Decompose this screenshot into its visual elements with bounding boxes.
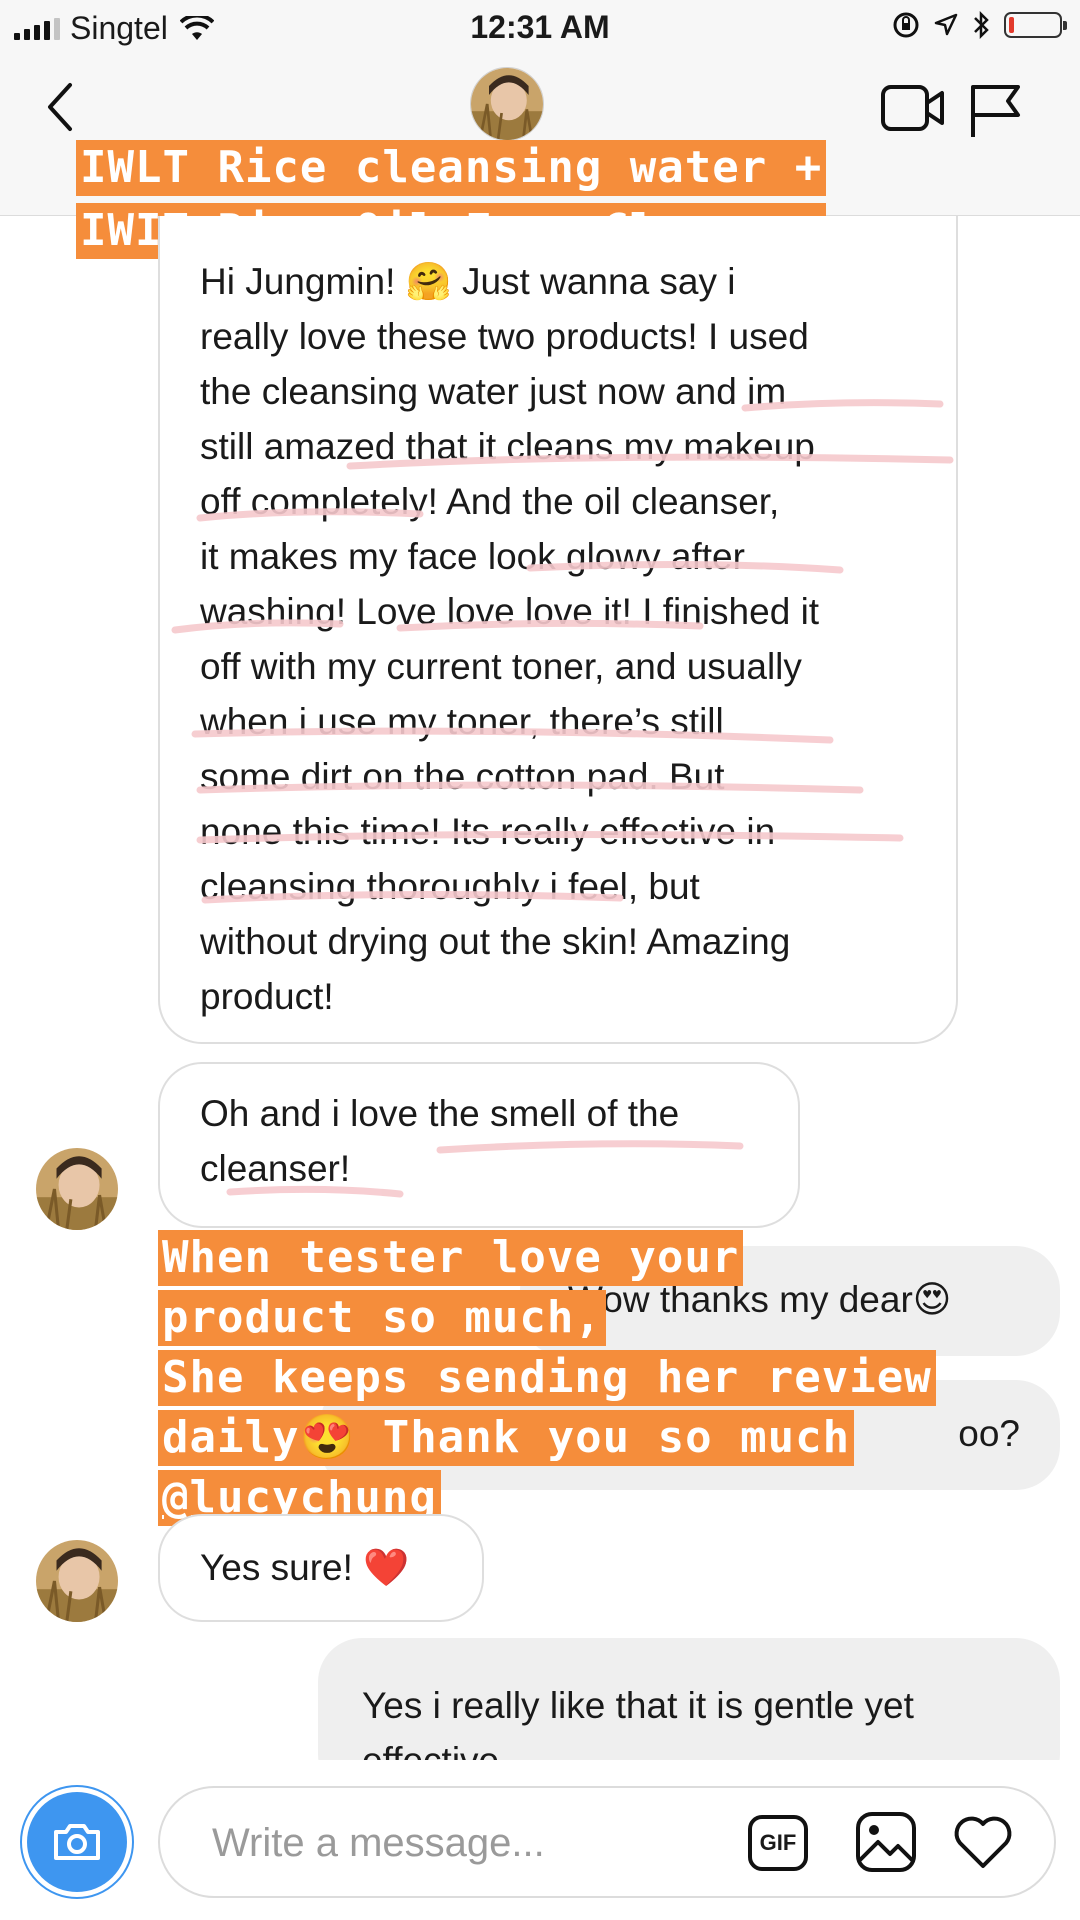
message-bubble-received[interactable]: Hi Jungmin! 🤗 Just wanna say i really lo… [158, 216, 958, 1044]
message-text: Yes sure! ❤️ [200, 1547, 410, 1588]
avatar-photo-icon [36, 1148, 118, 1230]
message-input[interactable] [210, 1816, 734, 1870]
heart-icon[interactable] [952, 1812, 1014, 1870]
story-caption-line: She keeps sending her review [158, 1350, 936, 1406]
gallery-icon[interactable] [854, 1810, 918, 1874]
gif-button[interactable]: GIF [748, 1815, 808, 1871]
message-input-wrapper: GIF [158, 1786, 1056, 1898]
status-bar: Singtel 12:31 AM [0, 0, 1080, 55]
story-caption-line: IWLT Rice cleansing water + [76, 140, 827, 196]
bluetooth-icon [974, 10, 989, 40]
video-call-icon[interactable] [880, 83, 946, 133]
story-caption-line: daily😍 Thank you so much [158, 1410, 855, 1466]
message-text: Hi Jungmin! 🤗 Just wanna say i really lo… [200, 261, 820, 1017]
flag-icon[interactable] [968, 83, 1024, 139]
back-chevron-icon[interactable] [40, 77, 80, 137]
gif-label: GIF [759, 1830, 797, 1855]
contact-avatar[interactable] [470, 67, 544, 141]
avatar-photo-icon [471, 68, 543, 140]
message-text: Oh and i love the smell of the cleanser! [200, 1093, 680, 1189]
camera-icon [27, 1792, 127, 1892]
camera-button[interactable] [20, 1785, 134, 1899]
battery-icon [1004, 12, 1067, 38]
message-bubble-received[interactable]: Oh and i love the smell of the cleanser! [158, 1062, 800, 1228]
message-bubble-received[interactable]: Yes sure! ❤️ [158, 1514, 484, 1622]
rotation-lock-icon [893, 12, 919, 38]
story-caption-line: When tester love your [158, 1230, 744, 1286]
sender-avatar[interactable] [36, 1148, 118, 1230]
avatar-photo-icon [36, 1540, 118, 1622]
location-icon [934, 13, 958, 36]
story-caption-line: product so much, [158, 1290, 606, 1346]
battery-level [1009, 17, 1014, 33]
status-right [892, 10, 1067, 40]
sender-avatar[interactable] [36, 1540, 118, 1622]
message-composer: GIF [0, 1760, 1080, 1920]
